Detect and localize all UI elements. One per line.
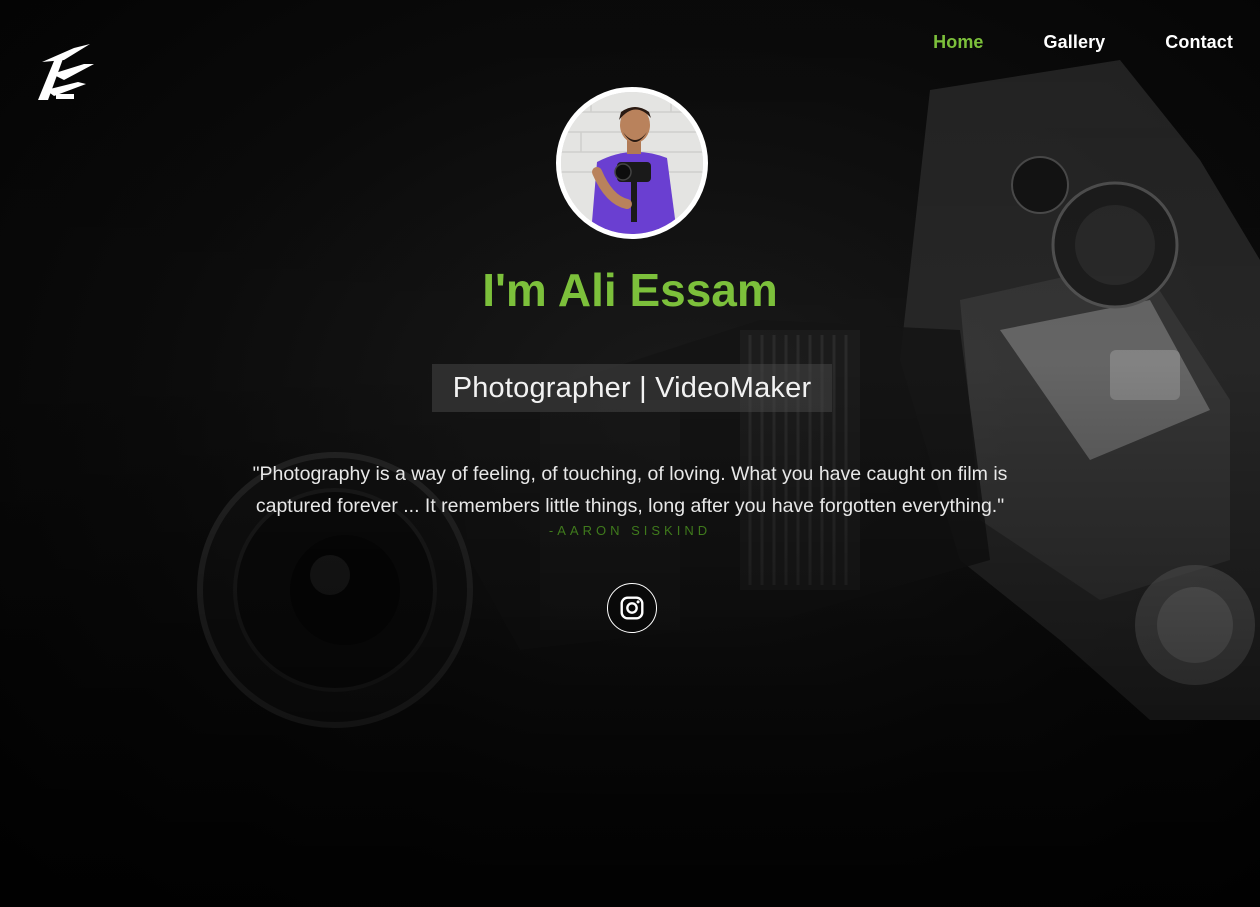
quote-author: -AARON SISKIND [548, 523, 712, 538]
role-subtitle-box: Photographer | VideoMaker [432, 364, 832, 412]
nav-home-link[interactable]: Home [933, 30, 983, 55]
hero-section: Home Gallery Contact I'm Ali Essam Photo… [0, 0, 1260, 907]
quote-line-1: "Photography is a way of feeling, of tou… [252, 463, 1008, 485]
logo-icon[interactable] [34, 42, 96, 102]
main-nav: Home Gallery Contact [873, 30, 1233, 55]
instagram-button[interactable] [607, 583, 657, 633]
role-subtitle: Photographer | VideoMaker [452, 371, 812, 404]
quote-text: "Photography is a way of feeling, of tou… [230, 458, 1030, 522]
page-title: I'm Ali Essam [482, 264, 778, 316]
quote-line-2: captured forever ... It remembers little… [255, 495, 1005, 517]
nav-contact-link[interactable]: Contact [1165, 30, 1233, 55]
nav-gallery-link[interactable]: Gallery [1044, 30, 1106, 55]
instagram-icon [620, 596, 644, 620]
profile-avatar [556, 87, 708, 239]
